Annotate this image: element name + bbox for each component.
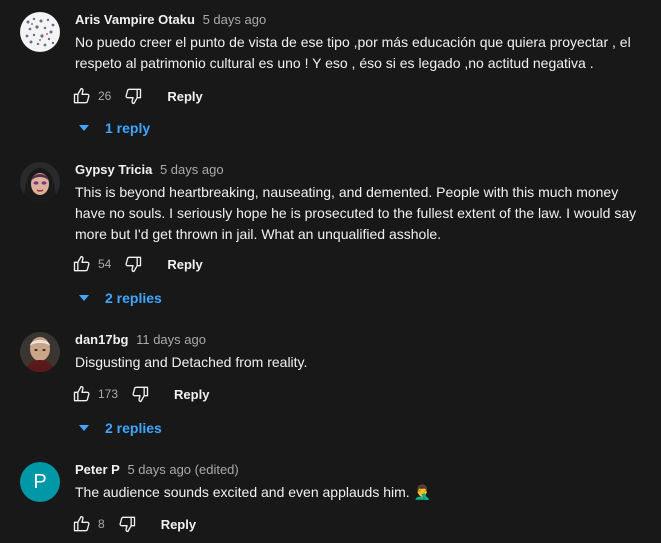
replies-count-label: 2 replies <box>105 290 162 306</box>
comment-text: Disgusting and Detached from reality. <box>75 354 308 370</box>
avatar[interactable] <box>20 332 60 372</box>
avatar-letter: P <box>33 470 47 493</box>
dislike-icon[interactable] <box>123 86 143 106</box>
comment-header: Peter P 5 days ago (edited) <box>75 462 651 478</box>
like-icon[interactable] <box>72 86 92 106</box>
chevron-down-icon <box>79 295 89 301</box>
like-icon[interactable] <box>72 254 92 274</box>
like-count: 173 <box>98 387 119 401</box>
chevron-down-icon <box>79 425 89 431</box>
comment-text: No puedo creer el punto de vista de ese … <box>75 34 631 71</box>
reply-button[interactable]: Reply <box>174 387 209 402</box>
comment-actions: 26 Reply <box>72 84 203 108</box>
comment-header: dan17bg 11 days ago <box>75 332 651 348</box>
comment-body: Peter P 5 days ago (edited) The audience… <box>75 462 651 503</box>
avatar[interactable] <box>20 162 60 202</box>
reply-button[interactable]: Reply <box>167 89 202 104</box>
comment-author[interactable]: Gypsy Tricia <box>75 162 152 177</box>
avatar[interactable]: P <box>20 462 60 502</box>
comment-actions: 8 Reply <box>72 512 196 536</box>
comment-time[interactable]: 11 days ago <box>136 332 206 347</box>
comment-author[interactable]: Peter P <box>75 462 120 477</box>
comment-header: Aris Vampire Otaku 5 days ago <box>75 12 651 28</box>
chevron-down-icon <box>79 125 89 131</box>
comment-time[interactable]: 5 days ago (edited) <box>127 462 238 477</box>
avatar[interactable] <box>20 12 60 52</box>
comment-header: Gypsy Tricia 5 days ago <box>75 162 651 178</box>
view-replies-button[interactable]: 2 replies <box>75 287 162 309</box>
view-replies-button[interactable]: 2 replies <box>75 417 162 439</box>
reply-button[interactable]: Reply <box>161 517 196 532</box>
view-replies-button[interactable]: 1 reply <box>75 117 150 139</box>
comment-author[interactable]: dan17bg <box>75 332 128 347</box>
comment-body: dan17bg 11 days ago Disgusting and Detac… <box>75 332 651 373</box>
comment-author[interactable]: Aris Vampire Otaku <box>75 12 195 27</box>
comment-body: Gypsy Tricia 5 days ago This is beyond h… <box>75 162 651 245</box>
replies-count-label: 2 replies <box>105 420 162 436</box>
comment-time[interactable]: 5 days ago <box>203 12 267 27</box>
dislike-icon[interactable] <box>130 384 150 404</box>
like-icon[interactable] <box>72 514 92 534</box>
comment-actions: 173 Reply <box>72 382 209 406</box>
comment-time[interactable]: 5 days ago <box>160 162 224 177</box>
comment-actions: 54 Reply <box>72 252 203 276</box>
comment-body: Aris Vampire Otaku 5 days ago No puedo c… <box>75 12 651 74</box>
comment-text: This is beyond heartbreaking, nauseating… <box>75 184 637 242</box>
reply-button[interactable]: Reply <box>167 257 202 272</box>
like-icon[interactable] <box>72 384 92 404</box>
dislike-icon[interactable] <box>117 514 137 534</box>
like-count: 26 <box>98 89 112 103</box>
like-count: 54 <box>98 257 112 271</box>
like-count: 8 <box>98 517 105 531</box>
dislike-icon[interactable] <box>123 254 143 274</box>
comment-text: The audience sounds excited and even app… <box>75 484 431 500</box>
replies-count-label: 1 reply <box>105 120 151 136</box>
